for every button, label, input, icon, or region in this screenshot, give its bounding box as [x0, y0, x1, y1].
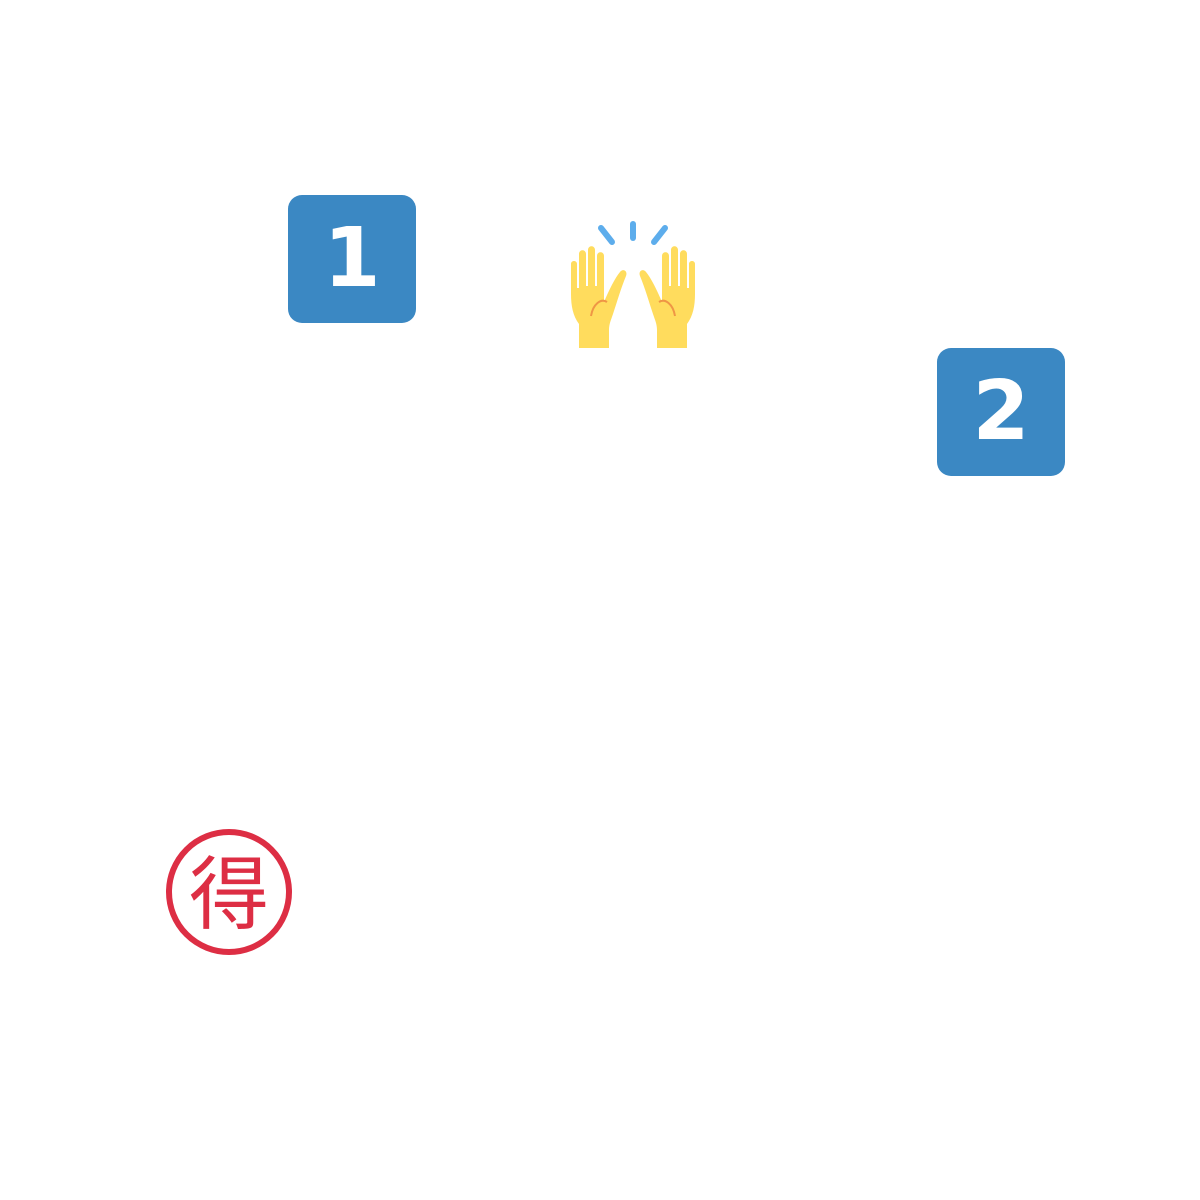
left-hand — [571, 246, 627, 348]
sparkle-lines — [598, 221, 668, 245]
seal-character: 得 — [189, 849, 269, 942]
emoji-canvas: 1 2 得 — [0, 0, 1200, 1200]
right-hand — [639, 246, 695, 348]
keycap-one-label: 1 — [323, 211, 381, 306]
keycap-digit-two-icon: 2 — [937, 348, 1065, 476]
keycap-two-label: 2 — [972, 364, 1030, 459]
raising-hands-icon — [571, 221, 695, 348]
keycap-digit-one-icon: 1 — [288, 195, 416, 323]
japanese-bargain-button-icon: 得 — [166, 829, 292, 955]
